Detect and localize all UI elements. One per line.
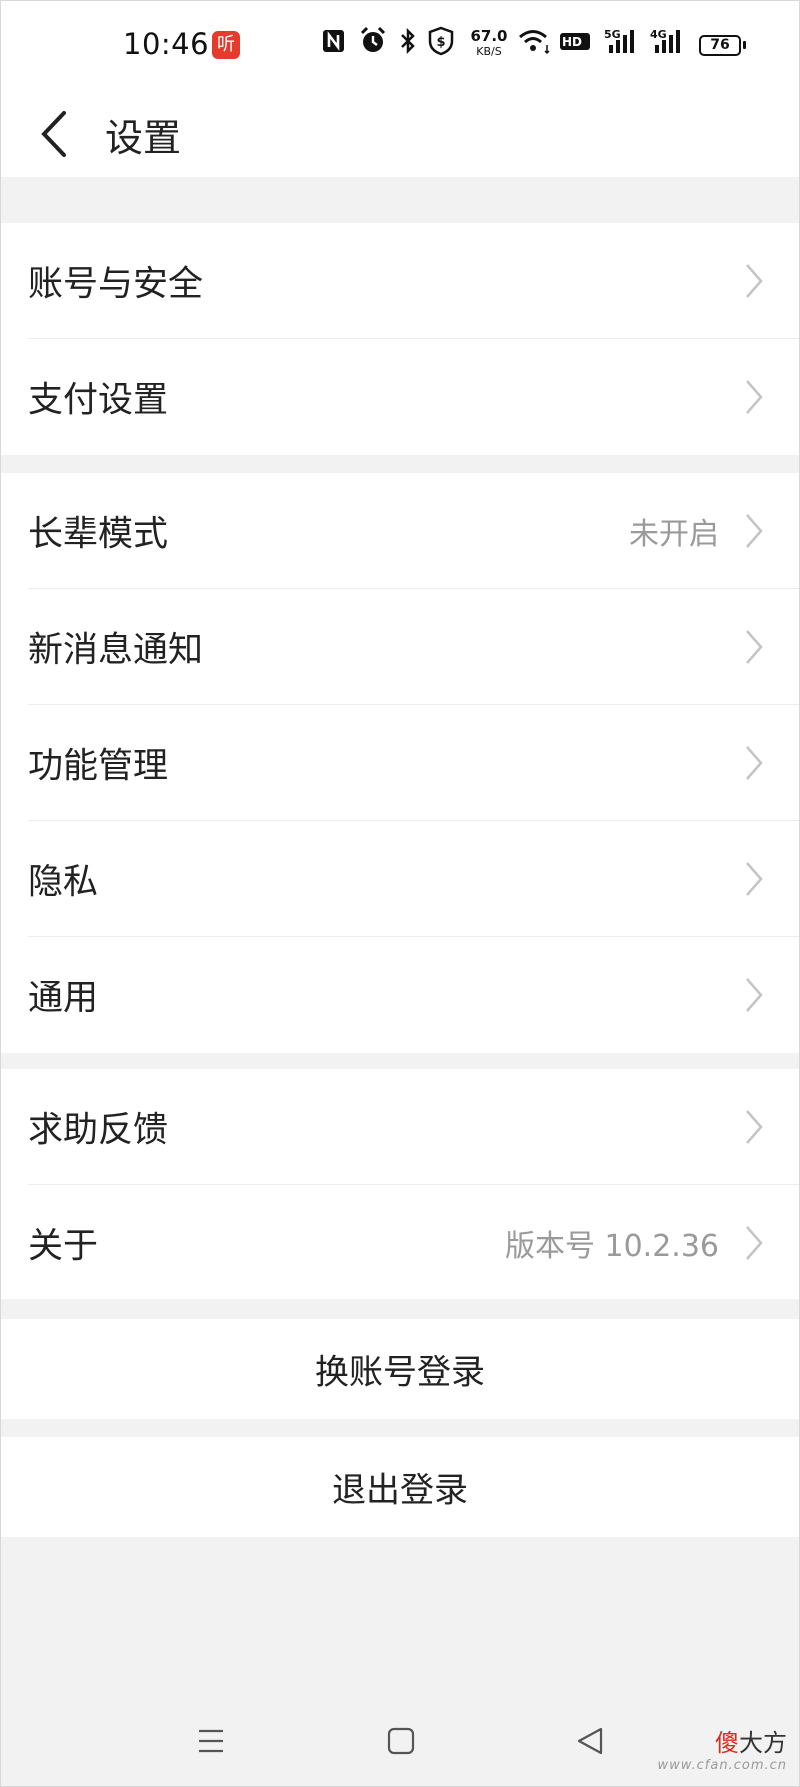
settings-item-label: 关于 xyxy=(28,1226,99,1267)
wifi-icon xyxy=(519,30,550,55)
nav-menu-button[interactable] xyxy=(191,1721,231,1761)
chevron-right-icon xyxy=(746,862,763,896)
net-speed: 67.0 KB/S xyxy=(469,29,509,59)
status-bar: 10:46 听 $ 67.0 KB/S HD 5G 4G 76 xyxy=(1,1,799,93)
settings-item-privacy[interactable]: 隐私 xyxy=(1,821,799,937)
chevron-right-icon xyxy=(746,380,763,414)
watermark-rest: 大方 xyxy=(739,1729,787,1757)
logout-label: 退出登录 xyxy=(332,1470,468,1511)
signal-4g-icon: 4G xyxy=(650,28,680,53)
top-app-bar: 设置 xyxy=(1,93,799,177)
svg-text:$: $ xyxy=(436,35,445,50)
status-time: 10:46 xyxy=(123,27,210,61)
chevron-right-icon xyxy=(746,746,763,780)
net-speed-value: 67.0 xyxy=(470,27,508,45)
back-button[interactable] xyxy=(31,101,81,167)
settings-item-elder-mode[interactable]: 长辈模式 未开启 xyxy=(1,473,799,589)
settings-item-label: 新消息通知 xyxy=(28,630,204,671)
switch-account-button[interactable]: 换账号登录 xyxy=(1,1319,799,1419)
listen-app-badge: 听 xyxy=(212,31,240,59)
page-title: 设置 xyxy=(105,116,182,160)
home-square-icon xyxy=(387,1727,415,1755)
chevron-right-icon xyxy=(746,630,763,664)
battery-icon: 76 xyxy=(699,35,746,56)
settings-group-support: 求助反馈 关于 版本号 10.2.36 xyxy=(1,1069,799,1299)
settings-item-about[interactable]: 关于 版本号 10.2.36 xyxy=(1,1185,799,1301)
settings-item-feature-management[interactable]: 功能管理 xyxy=(1,705,799,821)
settings-item-label: 隐私 xyxy=(28,862,99,903)
settings-item-notifications[interactable]: 新消息通知 xyxy=(1,589,799,705)
switch-account-label: 换账号登录 xyxy=(315,1352,485,1393)
settings-item-general[interactable]: 通用 xyxy=(1,937,799,1053)
svg-text:5G: 5G xyxy=(604,28,621,41)
signal-5g-icon: 5G xyxy=(604,28,634,53)
back-triangle-icon xyxy=(577,1727,603,1755)
settings-item-label: 支付设置 xyxy=(28,380,169,421)
app-version: 版本号 10.2.36 xyxy=(504,1229,719,1264)
settings-item-help-feedback[interactable]: 求助反馈 xyxy=(1,1069,799,1185)
svg-text:4G: 4G xyxy=(650,28,667,41)
settings-group-account: 账号与安全 支付设置 xyxy=(1,223,799,455)
nav-home-button[interactable] xyxy=(381,1721,421,1761)
shield-icon: $ xyxy=(428,26,454,56)
elder-mode-status: 未开启 xyxy=(629,517,719,552)
chevron-right-icon xyxy=(746,978,763,1012)
system-nav-bar: 傻大方 www.cfan.com.cn xyxy=(1,1701,799,1781)
settings-item-label: 账号与安全 xyxy=(28,264,204,305)
settings-item-label: 功能管理 xyxy=(28,746,169,787)
settings-item-label: 长辈模式 xyxy=(28,514,169,555)
chevron-right-icon xyxy=(746,1110,763,1144)
svg-text:HD: HD xyxy=(562,35,582,49)
menu-icon xyxy=(199,1729,223,1753)
bluetooth-icon xyxy=(401,27,415,55)
settings-item-payment[interactable]: 支付设置 xyxy=(1,339,799,455)
site-watermark: 傻大方 www.cfan.com.cn xyxy=(657,1723,787,1773)
settings-item-label: 通用 xyxy=(28,978,99,1019)
settings-group-general: 长辈模式 未开启 新消息通知 功能管理 隐私 通用 xyxy=(1,473,799,1053)
watermark-title: 傻大方 xyxy=(657,1723,787,1758)
settings-item-account-security[interactable]: 账号与安全 xyxy=(1,223,799,339)
net-speed-unit: KB/S xyxy=(476,45,502,58)
watermark-url: www.cfan.com.cn xyxy=(657,1758,787,1773)
watermark-accent: 傻 xyxy=(715,1729,739,1757)
settings-item-label: 求助反馈 xyxy=(28,1110,169,1151)
chevron-left-icon xyxy=(41,111,66,157)
chevron-right-icon xyxy=(746,264,763,298)
nav-back-button[interactable] xyxy=(571,1721,611,1761)
hd-icon: HD xyxy=(560,33,590,50)
logout-button[interactable]: 退出登录 xyxy=(1,1437,799,1537)
nfc-icon xyxy=(323,30,344,52)
chevron-right-icon xyxy=(746,1226,763,1260)
chevron-right-icon xyxy=(746,514,763,548)
alarm-icon xyxy=(360,26,386,52)
